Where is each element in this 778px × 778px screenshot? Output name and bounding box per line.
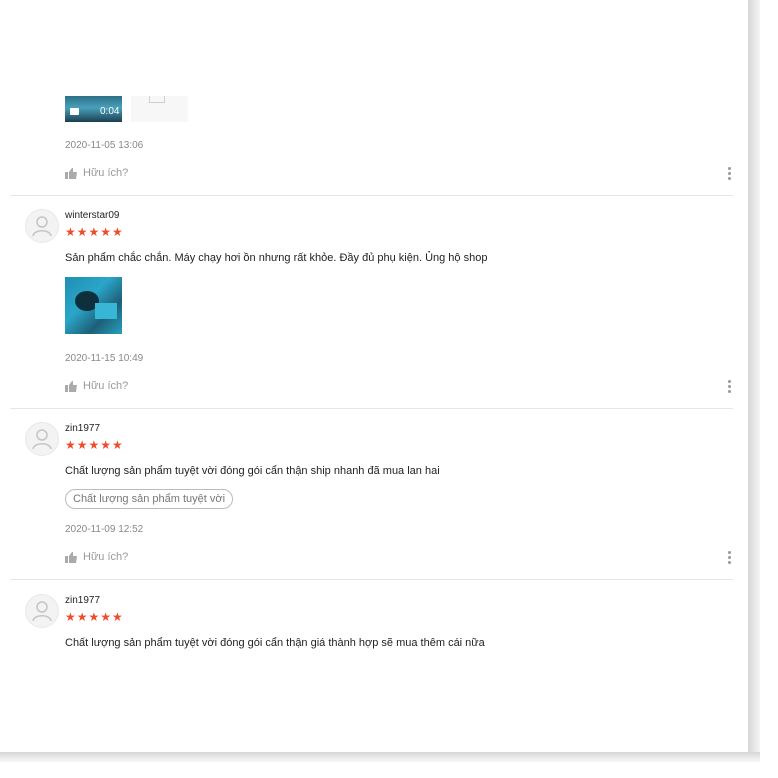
user-icon bbox=[32, 216, 52, 237]
rating-stars: ★★★★★ bbox=[65, 610, 124, 624]
reviews-panel: 0:04 2020-11-05 13:06 Hữu ích? wintersta… bbox=[0, 0, 748, 752]
panel-shadow bbox=[0, 752, 760, 762]
more-options-icon[interactable] bbox=[728, 380, 732, 395]
rating-stars: ★★★★★ bbox=[65, 225, 124, 239]
review-tag: Chất lượng sản phẩm tuyệt vời bbox=[65, 489, 234, 509]
video-duration: 0:04 bbox=[100, 106, 120, 117]
avatar bbox=[25, 594, 59, 628]
review-divider bbox=[10, 195, 733, 196]
video-camera-icon bbox=[70, 108, 79, 115]
review-divider bbox=[10, 408, 733, 409]
image-placeholder-icon bbox=[149, 96, 165, 103]
helpful-button[interactable]: Hữu ích? bbox=[65, 380, 128, 392]
review-image-thumbnail[interactable] bbox=[131, 96, 188, 122]
helpful-label: Hữu ích? bbox=[83, 551, 129, 563]
review-username: winterstar09 bbox=[65, 210, 120, 221]
user-icon bbox=[32, 601, 52, 622]
review-username: zin1977 bbox=[65, 595, 101, 606]
review-comment: Chất lượng sản phẩm tuyệt vời đóng gói c… bbox=[65, 637, 485, 649]
more-options-icon[interactable] bbox=[728, 167, 732, 182]
review-date: 2020-11-15 10:49 bbox=[65, 353, 144, 364]
helpful-button[interactable]: Hữu ích? bbox=[65, 167, 128, 179]
avatar bbox=[25, 209, 59, 243]
review-comment: Chất lượng sản phẩm tuyệt vời đóng gói c… bbox=[65, 465, 440, 477]
thumbs-up-icon bbox=[65, 551, 77, 563]
rating-stars: ★★★★★ bbox=[65, 438, 124, 452]
image-content bbox=[95, 303, 117, 319]
review-date: 2020-11-05 13:06 bbox=[65, 140, 144, 151]
panel-shadow bbox=[748, 0, 760, 760]
helpful-label: Hữu ích? bbox=[83, 380, 129, 392]
more-options-icon[interactable] bbox=[728, 551, 732, 566]
review-comment: Sản phẩm chắc chắn. Máy chạy hơi ồn nhưn… bbox=[65, 252, 488, 264]
review-date: 2020-11-09 12:52 bbox=[65, 524, 144, 535]
helpful-button[interactable]: Hữu ích? bbox=[65, 551, 128, 563]
review-video-thumbnail[interactable]: 0:04 bbox=[65, 96, 122, 122]
review-divider bbox=[10, 579, 733, 580]
thumbs-up-icon bbox=[65, 380, 77, 392]
thumbs-up-icon bbox=[65, 167, 77, 179]
review-image-thumbnail[interactable] bbox=[65, 277, 122, 334]
user-icon bbox=[32, 429, 52, 450]
avatar bbox=[25, 422, 59, 456]
review-username: zin1977 bbox=[65, 423, 101, 434]
helpful-label: Hữu ích? bbox=[83, 167, 129, 179]
